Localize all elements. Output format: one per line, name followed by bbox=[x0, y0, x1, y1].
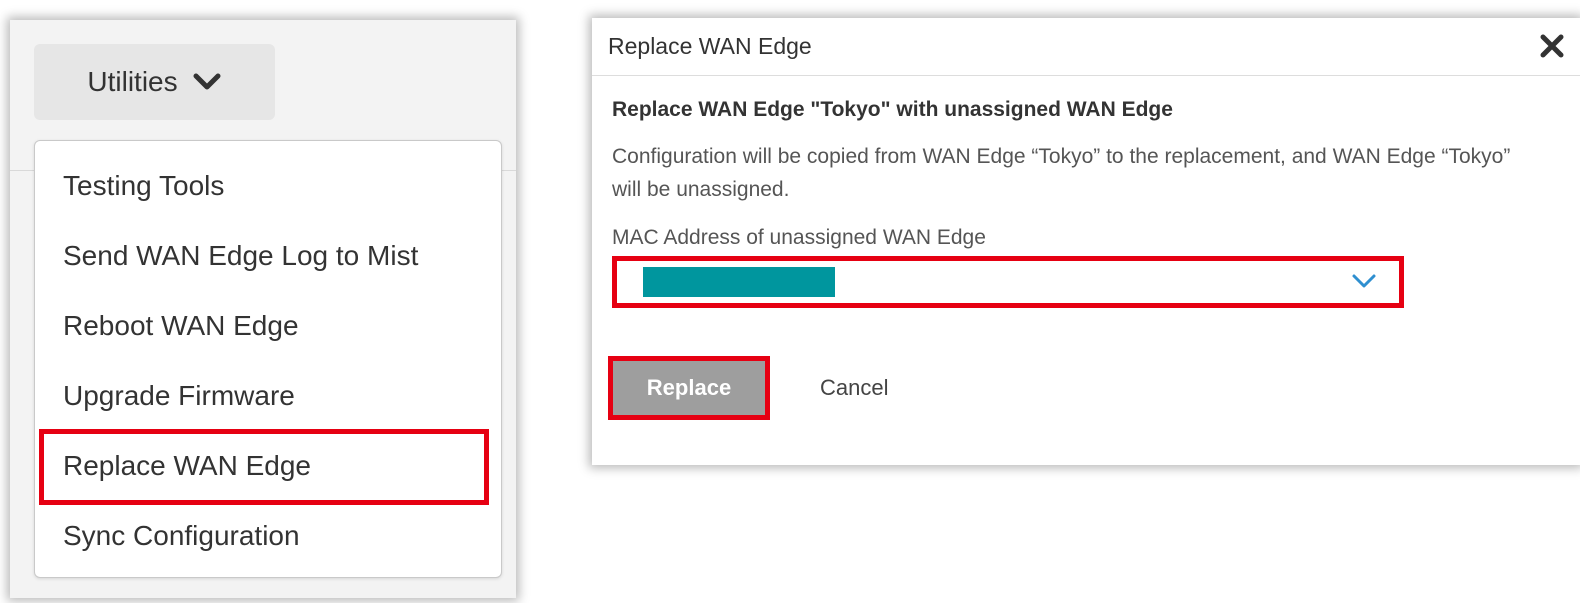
menu-item-label: Reboot WAN Edge bbox=[63, 310, 299, 341]
mac-address-redacted-value bbox=[643, 267, 835, 297]
close-icon[interactable] bbox=[1538, 32, 1566, 60]
chevron-down-icon bbox=[1352, 274, 1376, 288]
menu-item-label: Sync Configuration bbox=[63, 520, 300, 551]
menu-item-label: Send WAN Edge Log to Mist bbox=[63, 240, 419, 271]
modal-actions: Replace Cancel bbox=[608, 356, 1560, 420]
modal-description: Configuration will be copied from WAN Ed… bbox=[612, 145, 1511, 201]
menu-item-sync-configuration[interactable]: Sync Configuration bbox=[35, 501, 501, 571]
menu-item-testing-tools[interactable]: Testing Tools bbox=[35, 151, 501, 221]
replace-wan-edge-modal: Replace WAN Edge Replace WAN Edge "Tokyo… bbox=[592, 18, 1580, 465]
menu-item-reboot[interactable]: Reboot WAN Edge bbox=[35, 291, 501, 361]
modal-subtitle: Replace WAN Edge "Tokyo" with unassigned… bbox=[612, 98, 1173, 121]
mac-address-select[interactable] bbox=[612, 256, 1404, 308]
menu-item-replace-wan-edge[interactable]: Replace WAN Edge bbox=[35, 429, 501, 505]
utilities-menu: Testing Tools Send WAN Edge Log to Mist … bbox=[34, 140, 502, 578]
utilities-button[interactable]: Utilities bbox=[34, 44, 275, 120]
menu-item-label: Replace WAN Edge bbox=[63, 450, 311, 481]
mac-address-label: MAC Address of unassigned WAN Edge bbox=[612, 226, 986, 249]
utilities-panel: Utilities Testing Tools Send WAN Edge Lo… bbox=[10, 20, 516, 598]
menu-item-send-log[interactable]: Send WAN Edge Log to Mist bbox=[35, 221, 501, 291]
menu-item-upgrade-firmware[interactable]: Upgrade Firmware bbox=[35, 361, 501, 431]
cancel-button[interactable]: Cancel bbox=[820, 375, 888, 401]
replace-button[interactable]: Replace bbox=[608, 356, 770, 420]
modal-title: Replace WAN Edge bbox=[608, 33, 812, 59]
chevron-down-icon bbox=[193, 73, 221, 90]
menu-item-label: Upgrade Firmware bbox=[63, 380, 295, 411]
utilities-button-label: Utilities bbox=[87, 66, 178, 97]
menu-item-label: Testing Tools bbox=[63, 170, 225, 201]
replace-button-label: Replace bbox=[646, 375, 732, 400]
cancel-button-label: Cancel bbox=[820, 375, 889, 400]
modal-header: Replace WAN Edge bbox=[592, 18, 1580, 76]
modal-body: Replace WAN Edge "Tokyo" with unassigned… bbox=[592, 76, 1580, 420]
